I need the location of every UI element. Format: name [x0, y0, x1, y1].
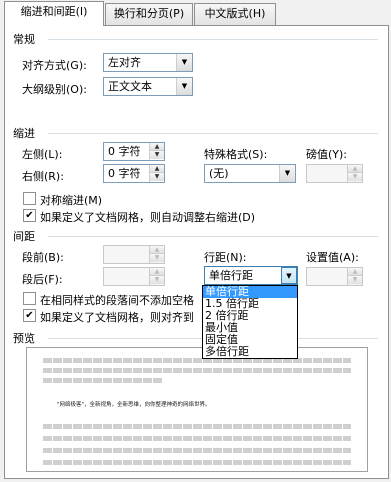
spin-up-icon[interactable]: ▲	[348, 165, 362, 173]
line-spacing-select[interactable]: 单倍行距 ▼	[204, 266, 298, 285]
special-indent-select[interactable]: (无) ▼	[204, 164, 296, 183]
chevron-down-icon[interactable]: ▼	[176, 78, 192, 95]
space-after-stepper[interactable]: ▲ ▼	[103, 267, 165, 286]
preview-following-paragraph-line	[43, 424, 351, 429]
chevron-down-icon[interactable]: ▼	[279, 165, 295, 182]
snap-to-grid-label: 如果定义了文档网格，则对齐到	[40, 311, 194, 324]
checkmark-icon: ✔	[25, 310, 34, 321]
indent-right-value: 0 字符	[108, 167, 141, 180]
chevron-down-icon[interactable]: ▼	[281, 267, 297, 284]
mirror-indent-label: 对称缩进(M)	[40, 194, 103, 207]
setting-value-label: 设置值(A):	[306, 251, 359, 264]
spin-buttons[interactable]: ▲ ▼	[149, 165, 164, 182]
measure-stepper[interactable]: ▲ ▼	[306, 164, 363, 183]
no-space-same-style-label: 在相同样式的段落间不添加空格	[40, 294, 194, 307]
outline-level-value: 正文文本	[108, 80, 152, 93]
line-spacing-value: 单倍行距	[209, 269, 253, 282]
outline-level-select[interactable]: 正文文本 ▼	[103, 77, 193, 96]
tab-asian-typography[interactable]: 中文版式(H)	[194, 3, 276, 25]
measure-label: 磅值(Y):	[306, 148, 348, 161]
spin-up-icon[interactable]: ▲	[150, 165, 164, 173]
snap-to-grid-checkbox[interactable]: ✔	[23, 309, 36, 322]
preview-previous-paragraph-line	[43, 358, 351, 363]
indent-right-label: 右侧(R):	[22, 170, 64, 183]
space-after-label: 段后(F):	[22, 273, 63, 286]
checkmark-icon: ✔	[25, 210, 34, 221]
indent-right-stepper[interactable]: 0 字符 ▲ ▼	[103, 164, 165, 183]
space-before-label: 段前(B):	[22, 251, 64, 264]
section-indent-separator	[48, 133, 378, 134]
section-indent-title: 缩进	[13, 127, 35, 140]
mirror-indent-checkbox[interactable]	[23, 192, 36, 205]
indent-left-label: 左侧(L):	[22, 148, 63, 161]
spin-buttons[interactable]: ▲ ▼	[347, 268, 362, 285]
indent-left-stepper[interactable]: 0 字符 ▲ ▼	[103, 142, 165, 161]
special-indent-value: (无)	[209, 167, 229, 180]
line-spacing-option[interactable]: 多倍行距	[203, 346, 297, 358]
spin-buttons[interactable]: ▲ ▼	[149, 268, 164, 285]
alignment-value: 左对齐	[108, 56, 141, 69]
spin-buttons[interactable]: ▲ ▼	[149, 246, 164, 263]
spin-down-icon[interactable]: ▼	[150, 254, 164, 262]
preview-following-paragraph-line	[43, 460, 351, 465]
auto-right-indent-checkbox[interactable]: ✔	[23, 209, 36, 222]
section-general-separator	[48, 39, 378, 40]
alignment-label: 对齐方式(G):	[22, 59, 87, 72]
section-general-title: 常规	[13, 33, 35, 46]
no-space-same-style-checkbox[interactable]	[23, 292, 36, 305]
preview-following-paragraph-line	[43, 448, 351, 453]
outline-level-label: 大纲级别(O):	[22, 83, 87, 96]
spin-up-icon[interactable]: ▲	[150, 268, 164, 276]
spin-down-icon[interactable]: ▼	[150, 276, 164, 284]
tab-indent-spacing[interactable]: 缩进和间距(I)	[4, 1, 104, 26]
spin-down-icon[interactable]: ▼	[348, 173, 362, 181]
spin-up-icon[interactable]: ▲	[348, 268, 362, 276]
preview-previous-paragraph-line	[43, 378, 163, 383]
spin-down-icon[interactable]: ▼	[348, 276, 362, 284]
tab-line-page-breaks[interactable]: 换行和分页(P)	[105, 3, 193, 25]
special-indent-label: 特殊格式(S):	[204, 148, 268, 161]
preview-following-paragraph-line	[43, 436, 351, 441]
spin-down-icon[interactable]: ▼	[150, 151, 164, 159]
indent-left-value: 0 字符	[108, 145, 141, 158]
spin-up-icon[interactable]: ▲	[150, 246, 164, 254]
line-spacing-label: 行距(N):	[204, 251, 247, 264]
setting-value-stepper[interactable]: ▲ ▼	[306, 267, 363, 286]
preview-previous-paragraph-line	[43, 368, 351, 373]
section-spacing-separator	[48, 236, 378, 237]
space-before-stepper[interactable]: ▲ ▼	[103, 245, 165, 264]
preview-pane: "网络极客"，全新视角，全新思维，向你整理神奇的网络世界。	[26, 347, 368, 472]
spin-buttons[interactable]: ▲ ▼	[149, 143, 164, 160]
auto-right-indent-label: 如果定义了文档网格，则自动调整右缩进(D)	[40, 211, 256, 224]
line-spacing-dropdown[interactable]: 单倍行距 1.5 倍行距 2 倍行距 最小值 固定值 多倍行距	[202, 285, 298, 359]
alignment-select[interactable]: 左对齐 ▼	[103, 53, 193, 72]
preview-sample-text: "网络极客"，全新视角，全新思维，向你整理神奇的网络世界。	[57, 402, 211, 408]
spin-down-icon[interactable]: ▼	[150, 173, 164, 181]
spin-buttons[interactable]: ▲ ▼	[347, 165, 362, 182]
spin-up-icon[interactable]: ▲	[150, 143, 164, 151]
section-preview-title: 预览	[13, 332, 35, 345]
section-spacing-title: 间距	[13, 230, 35, 243]
chevron-down-icon[interactable]: ▼	[176, 54, 192, 71]
